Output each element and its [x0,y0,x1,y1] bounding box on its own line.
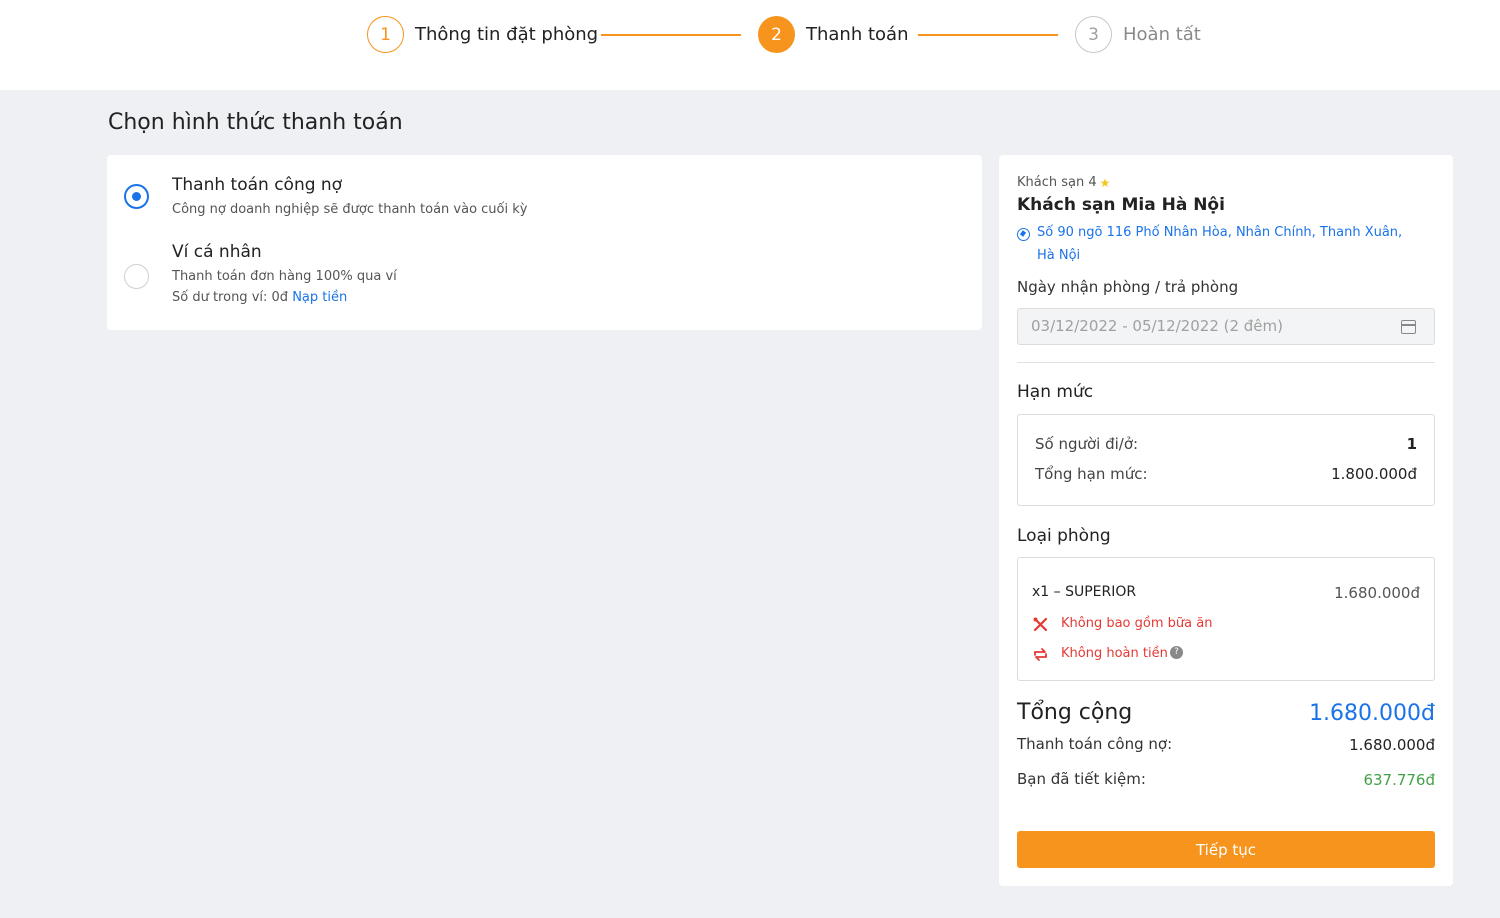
room-price: 1.680.000đ [1334,584,1420,602]
total-limit-label: Tổng hạn mức: [1035,465,1148,483]
date-label: Ngày nhận phòng / trả phòng [1017,278,1239,296]
grand-total-value: 1.680.000đ [1309,701,1435,726]
hotel-address-link[interactable]: Số 90 ngõ 116 Phố Nhân Hòa, Nhân Chính, … [1037,221,1417,267]
hotel-name: Khách sạn Mia Hà Nội [1017,195,1225,215]
no-refund-text: Không hoàn tiền [1061,646,1168,661]
divider [1017,362,1435,363]
no-meal-text: Không bao gồm bữa ăn [1061,616,1213,631]
date-range-field[interactable]: 03/12/2022 - 05/12/2022 (2 đêm) [1017,308,1435,345]
room-name: x1 – SUPERIOR [1032,584,1137,600]
hotel-rating: Khách sạn 4 ★ [1017,175,1110,190]
step-connector [918,34,1058,36]
step-payment: 2 Thanh toán [758,16,908,53]
wallet-balance: Số dư trong ví: 0đ Nạp tiền [172,290,347,305]
no-refund-icon [1034,648,1047,661]
step-label: Thanh toán [806,24,909,45]
debt-payment-label: Thanh toán công nợ: [1017,735,1173,753]
star-icon: ★ [1099,175,1111,190]
limit-title: Hạn mức [1017,382,1094,402]
hotel-type-label: Khách sạn 4 [1017,175,1097,190]
continue-button[interactable]: Tiếp tục [1017,831,1435,868]
step-complete: 3 Hoàn tất [1075,16,1201,53]
radio-debt-payment[interactable] [124,184,149,209]
step-number: 3 [1075,16,1112,53]
step-number: 2 [758,16,795,53]
step-connector [601,34,741,36]
people-value: 1 [1406,435,1417,453]
grand-total-label: Tổng cộng [1017,700,1133,725]
total-limit-value: 1.800.000đ [1331,465,1417,483]
payment-method-card: Thanh toán công nợ Công nợ doanh nghiệp … [107,155,982,330]
people-label: Số người đi/ở: [1035,435,1139,453]
room-type-title: Loại phòng [1017,526,1111,546]
radio-wallet-payment[interactable] [124,264,149,289]
step-label: Hoàn tất [1123,24,1201,45]
savings-value: 637.776đ [1363,771,1435,789]
checkout-stepper: 1 Thông tin đặt phòng 2 Thanh toán 3 Hoà… [0,0,1500,90]
calendar-icon[interactable] [1401,320,1416,334]
debt-payment-value: 1.680.000đ [1349,736,1435,754]
compass-icon [1017,228,1030,241]
option-wallet-title[interactable]: Ví cá nhân [172,242,262,262]
no-meal-icon [1033,617,1048,632]
step-booking-info: 1 Thông tin đặt phòng [367,16,598,53]
step-label: Thông tin đặt phòng [415,24,599,45]
topup-link[interactable]: Nạp tiền [292,290,347,305]
date-range-value: 03/12/2022 - 05/12/2022 (2 đêm) [1031,317,1284,335]
option-debt-title[interactable]: Thanh toán công nợ [172,175,342,195]
limit-box: Số người đi/ở: 1 Tổng hạn mức: 1.800.000… [1017,414,1435,506]
booking-summary: Khách sạn 4 ★ Khách sạn Mia Hà Nội Số 90… [999,155,1453,886]
option-debt-desc: Công nợ doanh nghiệp sẽ được thanh toán … [172,202,528,217]
savings-label: Bạn đã tiết kiệm: [1017,770,1146,788]
page-title: Chọn hình thức thanh toán [108,110,403,135]
room-box: x1 – SUPERIOR 1.680.000đ Không bao gồm b… [1017,557,1435,681]
wallet-balance-label: Số dư trong ví: 0đ [172,290,289,305]
help-icon[interactable]: ? [1170,646,1183,659]
step-number: 1 [367,16,404,53]
option-wallet-desc: Thanh toán đơn hàng 100% qua ví [172,269,397,284]
